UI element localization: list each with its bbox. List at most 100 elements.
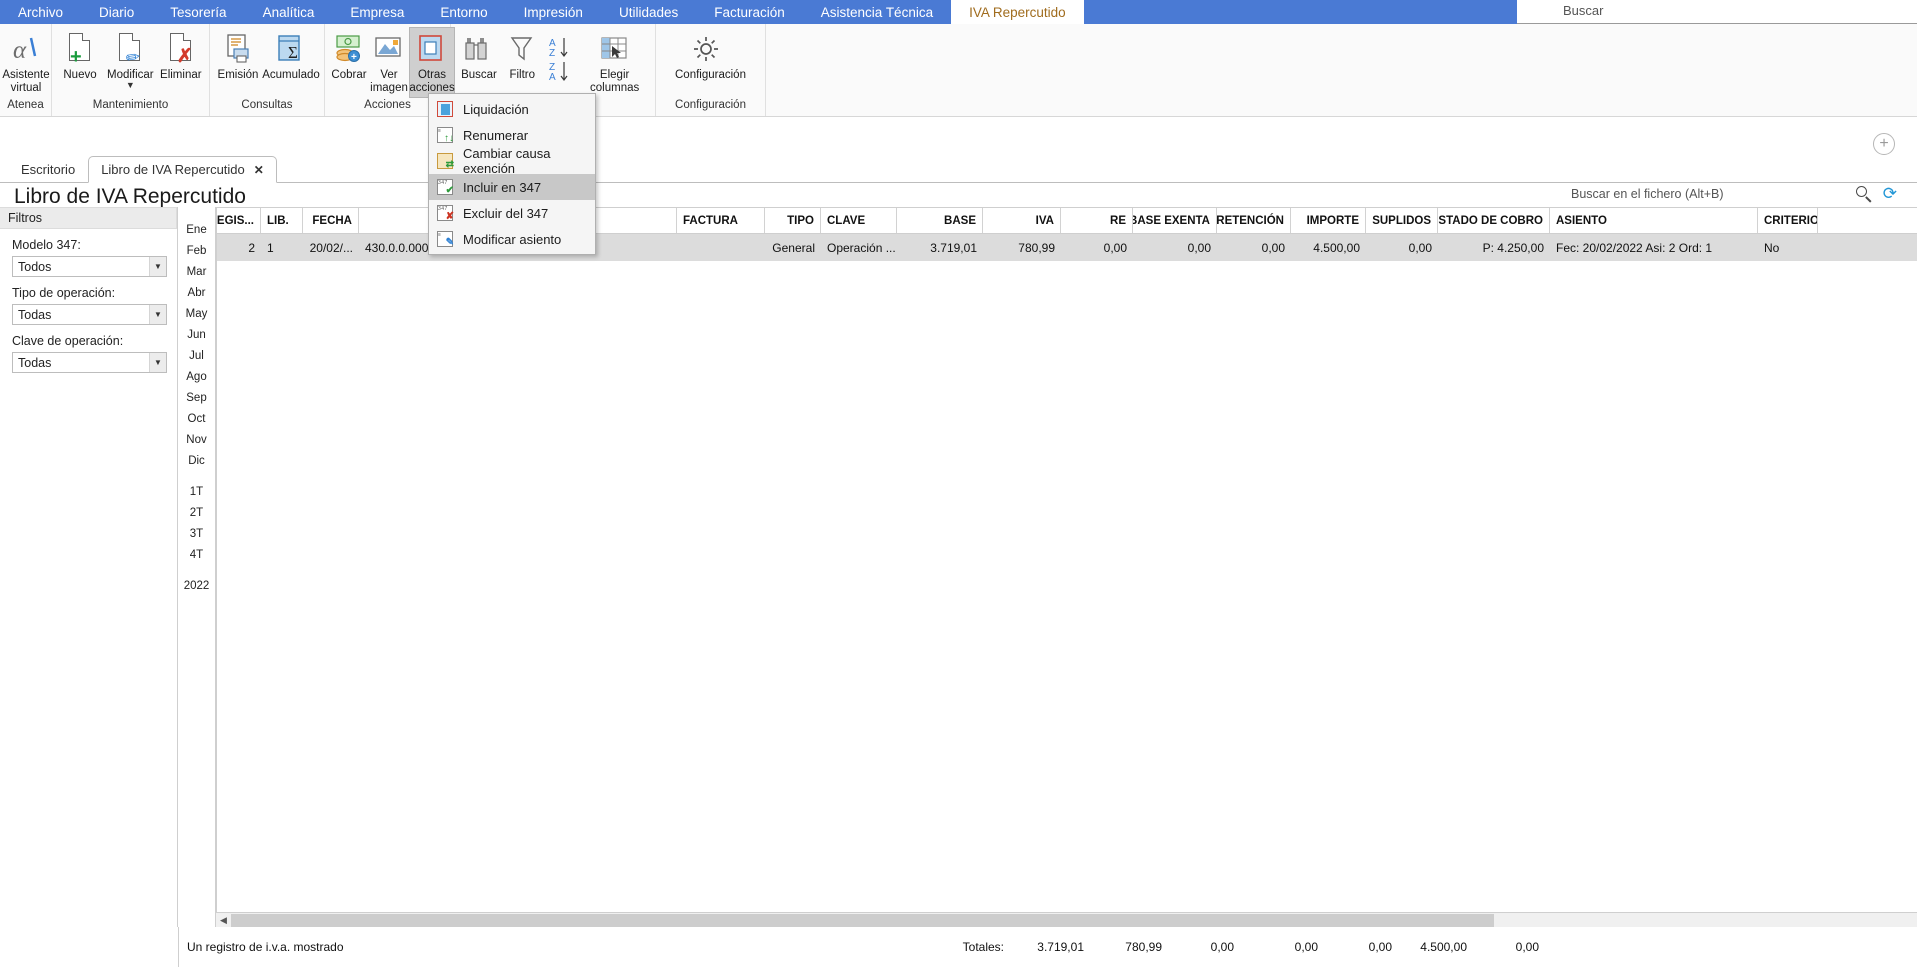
configuracion-label: Configuración bbox=[675, 69, 746, 81]
grid-column-header-base[interactable]: BASE bbox=[897, 208, 983, 233]
menu-item-diario[interactable]: Diario bbox=[81, 0, 152, 24]
period-item-may[interactable]: May bbox=[186, 304, 208, 325]
buscar-button[interactable]: Buscar bbox=[455, 27, 503, 85]
period-item-sep[interactable]: Sep bbox=[186, 388, 206, 409]
search-icon[interactable] bbox=[1855, 185, 1873, 203]
totals-label: Totales: bbox=[962, 940, 1004, 954]
period-item-2t[interactable]: 2T bbox=[190, 503, 203, 524]
period-item-ene[interactable]: Ene bbox=[186, 220, 206, 241]
grid-cell-iva: 780,99 bbox=[1018, 240, 1055, 255]
ordenar-button[interactable]: A Z Z A bbox=[542, 27, 579, 92]
dropdown-item-cambiar-causa-exencion[interactable]: ⇄ Cambiar causa exención bbox=[429, 146, 595, 176]
chevron-down-icon[interactable]: ▼ bbox=[149, 353, 166, 372]
grid-column-header-iva[interactable]: IVA bbox=[983, 208, 1061, 233]
grid-column-header-base_exenta[interactable]: BASE EXENTA bbox=[1133, 208, 1217, 233]
emision-button[interactable]: Emisión bbox=[214, 27, 262, 85]
period-item-feb[interactable]: Feb bbox=[187, 241, 207, 262]
nuevo-button[interactable]: + Nuevo bbox=[56, 27, 104, 85]
cobrar-button[interactable]: + Cobrar bbox=[329, 27, 369, 85]
filter-select-tipo-operacion[interactable]: Todas ▼ bbox=[12, 304, 167, 325]
book-icon bbox=[417, 32, 447, 66]
grid-column-header-registro[interactable]: REGIS... bbox=[217, 208, 261, 233]
ver-imagen-button[interactable]: Ver imagen bbox=[369, 27, 409, 98]
period-item-jun[interactable]: Jun bbox=[187, 325, 206, 346]
global-search-box[interactable]: Buscar bbox=[1517, 0, 1917, 24]
modify-entry-icon: ≡ ✎ bbox=[437, 231, 454, 248]
acumulado-label: Acumulado bbox=[262, 69, 320, 81]
period-item-4t[interactable]: 4T bbox=[190, 545, 203, 566]
menu-item-archivo[interactable]: Archivo bbox=[0, 0, 81, 24]
grid-column-header-retencion[interactable]: RETENCIÓN bbox=[1217, 208, 1291, 233]
grid-column-header-tipo[interactable]: TIPO bbox=[765, 208, 821, 233]
grid-column-header-criterio[interactable]: CRITERIO bbox=[1758, 208, 1818, 233]
dropdown-item-label: Excluir del 347 bbox=[463, 205, 549, 221]
menu-item-analitica[interactable]: Analítica bbox=[245, 0, 333, 24]
grid-column-header-fecha[interactable]: FECHA bbox=[303, 208, 359, 233]
scroll-left-icon[interactable]: ◀ bbox=[216, 912, 231, 928]
menu-item-iva-repercutido[interactable]: IVA Repercutido bbox=[951, 0, 1084, 24]
period-item-2022[interactable]: 2022 bbox=[184, 576, 210, 597]
acumulado-button[interactable]: Σ Acumulado bbox=[262, 27, 320, 85]
grid-column-header-vacia[interactable] bbox=[589, 208, 677, 233]
chevron-down-icon[interactable]: ▼ bbox=[126, 81, 135, 90]
menu-item-tesoreria[interactable]: Tesorería bbox=[152, 0, 244, 24]
filter-select-modelo-347[interactable]: Todos ▼ bbox=[12, 256, 167, 277]
menu-item-empresa[interactable]: Empresa bbox=[332, 0, 422, 24]
grid-column-header-suplidos[interactable]: SUPLIDOS bbox=[1366, 208, 1438, 233]
period-item-mar[interactable]: Mar bbox=[187, 262, 207, 283]
configuracion-button[interactable]: Configuración bbox=[660, 27, 752, 85]
period-item-nov[interactable]: Nov bbox=[186, 430, 206, 451]
file-search-bar[interactable]: Buscar en el fichero (Alt+B) ⟳ bbox=[1567, 185, 1897, 208]
svg-text:Σ: Σ bbox=[288, 43, 298, 62]
menu-item-facturacion[interactable]: Facturación bbox=[696, 0, 803, 24]
workspace-tab-escritorio[interactable]: Escritorio bbox=[8, 155, 88, 182]
workspace-tab-libro-iva-repercutido[interactable]: Libro de IVA Repercutido ✕ bbox=[88, 156, 277, 183]
period-item-dic[interactable]: Dic bbox=[188, 451, 205, 472]
period-item-1t[interactable]: 1T bbox=[190, 482, 203, 503]
grid-column-header-clave[interactable]: CLAVE bbox=[821, 208, 897, 233]
page-title: Libro de IVA Repercutido bbox=[14, 185, 246, 208]
binoculars-icon bbox=[464, 32, 494, 66]
dropdown-item-liquidacion[interactable]: Liquidación bbox=[429, 96, 595, 122]
grid-column-header-lib[interactable]: LIB. bbox=[261, 208, 303, 233]
period-item-oct[interactable]: Oct bbox=[188, 409, 206, 430]
filter-select-value: Todos bbox=[18, 259, 52, 274]
otras-acciones-button[interactable]: Otras acciones bbox=[409, 27, 455, 98]
grid-column-header-asiento[interactable]: ASIENTO bbox=[1550, 208, 1758, 233]
period-item-abr[interactable]: Abr bbox=[188, 283, 206, 304]
scrollbar-thumb[interactable] bbox=[231, 913, 1494, 927]
period-item-jul[interactable]: Jul bbox=[189, 346, 204, 367]
refresh-icon[interactable]: ⟳ bbox=[1883, 185, 1897, 202]
grid-horizontal-scrollbar[interactable]: ◀ bbox=[216, 912, 1917, 928]
file-search-input[interactable]: Buscar en el fichero (Alt+B) bbox=[1567, 187, 1855, 201]
menu-item-impresion[interactable]: Impresión bbox=[506, 0, 601, 24]
left-bottom-filler bbox=[0, 927, 178, 967]
grid-column-header-importe[interactable]: IMPORTE bbox=[1291, 208, 1366, 233]
elegir-columnas-button[interactable]: Elegir columnas bbox=[578, 27, 651, 98]
menu-item-utilidades[interactable]: Utilidades bbox=[601, 0, 696, 24]
asistente-virtual-button[interactable]: α Asistente virtual bbox=[2, 27, 49, 98]
dropdown-item-excluir-del-347[interactable]: 347 ✘ Excluir del 347 bbox=[429, 200, 595, 226]
dropdown-item-renumerar[interactable]: ≡ ↑↓ Renumerar bbox=[429, 122, 595, 148]
grid-cell-suplidos: 0,00 bbox=[1408, 240, 1432, 255]
period-item-ago[interactable]: Ago bbox=[186, 367, 206, 388]
eliminar-button[interactable]: ✗ Eliminar bbox=[157, 27, 205, 85]
modificar-button[interactable]: ✏ Modificar ▼ bbox=[104, 27, 157, 91]
print-icon bbox=[224, 32, 252, 66]
totals-value-6: 0,00 bbox=[1515, 940, 1539, 954]
grid-cell-re: 0,00 bbox=[1103, 240, 1127, 255]
menu-item-asistencia-tecnica[interactable]: Asistencia Técnica bbox=[803, 0, 951, 24]
grid-column-header-re[interactable]: RE bbox=[1061, 208, 1133, 233]
grid-column-header-factura[interactable]: FACTURA bbox=[677, 208, 765, 233]
add-panel-icon[interactable]: + bbox=[1873, 133, 1895, 155]
dropdown-item-modificar-asiento[interactable]: ≡ ✎ Modificar asiento bbox=[429, 226, 595, 252]
dropdown-item-incluir-en-347[interactable]: 347 ✔ Incluir en 347 bbox=[429, 174, 595, 200]
menu-item-entorno[interactable]: Entorno bbox=[422, 0, 505, 24]
grid-column-header-estado_cobro[interactable]: ESTADO DE COBRO bbox=[1438, 208, 1550, 233]
chevron-down-icon[interactable]: ▼ bbox=[149, 305, 166, 324]
period-item-3t[interactable]: 3T bbox=[190, 524, 203, 545]
close-icon[interactable]: ✕ bbox=[254, 163, 264, 177]
chevron-down-icon[interactable]: ▼ bbox=[149, 257, 166, 276]
filter-select-clave-operacion[interactable]: Todas ▼ bbox=[12, 352, 167, 373]
filtro-button[interactable]: Filtro bbox=[503, 27, 542, 85]
